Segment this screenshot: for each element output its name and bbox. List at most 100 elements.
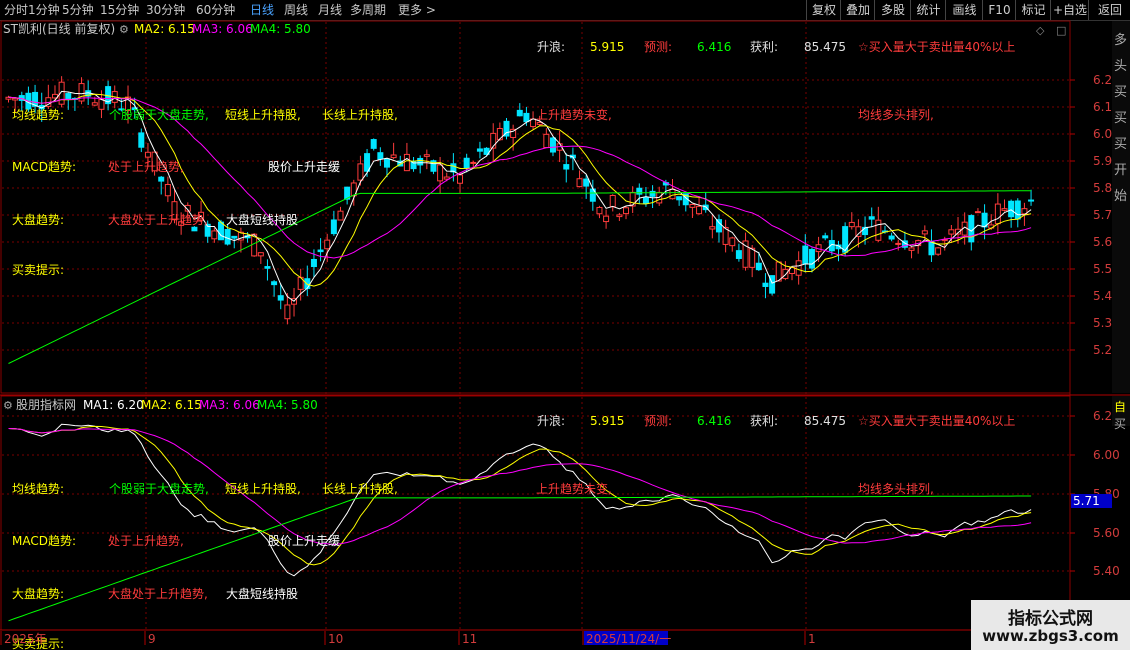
short-rise-text: 短线上升持股, bbox=[225, 481, 301, 496]
candle bbox=[729, 236, 736, 252]
candle bbox=[636, 183, 643, 205]
indicator-ma-value: MA4: 5.80 bbox=[257, 398, 318, 412]
right-vertical-strip: 多头买买买开始 bbox=[1112, 21, 1130, 393]
candle bbox=[138, 128, 145, 153]
market-short-hold-text: 大盘短线持股 bbox=[226, 212, 298, 227]
indicator-right-strip: 自 bbox=[1114, 400, 1126, 414]
candle bbox=[802, 234, 809, 273]
candle bbox=[994, 193, 1001, 235]
candle bbox=[576, 170, 583, 188]
rise-value: 5.915 bbox=[590, 40, 624, 54]
candle bbox=[702, 192, 709, 213]
market-rising-text: 大盘处于上升趋势, bbox=[108, 212, 208, 227]
candle bbox=[503, 118, 510, 140]
candle bbox=[868, 207, 875, 228]
long-rise-text: 长线上升持股, bbox=[322, 481, 398, 496]
candle bbox=[974, 208, 981, 214]
bull-alignment-text: 均线多头排列, bbox=[858, 482, 934, 496]
forecast-label: 预测: bbox=[644, 40, 672, 54]
candle bbox=[715, 214, 722, 243]
svg-text:买: 买 bbox=[1114, 85, 1127, 100]
candle bbox=[264, 259, 271, 281]
x-axis: 2025年 9 10 11 2025/11/24/一 1 bbox=[0, 631, 816, 646]
site-watermark: 指标公式网 www.zbgs3.com bbox=[971, 600, 1130, 650]
candle bbox=[410, 157, 417, 172]
candle bbox=[1028, 189, 1035, 206]
candle bbox=[1001, 199, 1008, 212]
candle bbox=[304, 265, 311, 297]
panel-toggle-icon[interactable]: ◇ bbox=[1036, 24, 1045, 37]
indicator-panel-title: 股朋指标网 bbox=[16, 397, 76, 412]
macd-rising-text: 处于上升趋势, bbox=[108, 160, 184, 174]
profit-label: 获利: bbox=[750, 40, 778, 54]
candle bbox=[377, 147, 384, 166]
svg-text:头: 头 bbox=[1114, 59, 1127, 74]
panel-close-icon[interactable]: □ bbox=[1056, 24, 1066, 37]
rise-label: 升浪: bbox=[537, 413, 565, 428]
candle bbox=[828, 229, 835, 256]
candle bbox=[543, 128, 550, 148]
candle bbox=[403, 142, 410, 172]
candle bbox=[344, 186, 351, 205]
macd-trend-label: MACD趋势: bbox=[12, 160, 76, 174]
candle bbox=[616, 212, 623, 222]
main-ma-value: MA2: 6.15 bbox=[134, 22, 195, 36]
x-axis-label: 1 bbox=[808, 632, 816, 646]
short-rise-text: 短线上升持股, bbox=[225, 107, 301, 122]
candle bbox=[609, 194, 616, 212]
candle bbox=[271, 280, 278, 297]
candle bbox=[908, 246, 915, 259]
candle bbox=[1008, 199, 1015, 228]
candle bbox=[722, 219, 729, 253]
candle bbox=[629, 186, 636, 213]
candle bbox=[569, 147, 576, 171]
candle bbox=[476, 141, 483, 159]
candle bbox=[291, 287, 298, 317]
svg-text:买: 买 bbox=[1114, 137, 1127, 152]
current-price-tag: 5.71 bbox=[1071, 494, 1112, 508]
candle bbox=[211, 227, 218, 243]
candle bbox=[423, 149, 430, 170]
candle bbox=[5, 95, 12, 103]
candle bbox=[483, 147, 490, 157]
candle bbox=[496, 122, 503, 141]
candle bbox=[390, 142, 397, 160]
candle bbox=[563, 153, 570, 183]
candle bbox=[915, 239, 922, 254]
indicator-price-tick: 5.40 bbox=[1093, 564, 1120, 578]
main-panel-title: ST凯利(日线 前复权) bbox=[3, 21, 115, 36]
market-rising-text: 大盘处于上升趋势, bbox=[108, 586, 208, 601]
indicator-panel-header: ⚙ 股朋指标网 MA1: 6.20MA2: 6.15MA3: 6.06MA4: 5.… bbox=[3, 397, 318, 412]
candle bbox=[928, 229, 935, 262]
price-slow-rise-text: 股价上升走缓 bbox=[268, 160, 340, 174]
ma-trend-label: 均线趋势: bbox=[12, 482, 64, 496]
candle bbox=[51, 85, 58, 102]
svg-text:买: 买 bbox=[1114, 111, 1127, 126]
profit-label: 获利: bbox=[750, 414, 778, 428]
candle bbox=[158, 175, 165, 195]
candle bbox=[948, 225, 955, 243]
ma1-line bbox=[8, 90, 1032, 302]
candle bbox=[676, 196, 683, 206]
settings-icon[interactable]: ⚙ bbox=[3, 399, 13, 412]
candle bbox=[65, 91, 72, 110]
volume-note: ☆买入量大于卖出量40%以上 bbox=[858, 40, 1015, 54]
svg-text:开: 开 bbox=[1114, 163, 1127, 178]
candle bbox=[516, 103, 523, 117]
candle bbox=[457, 173, 464, 193]
candle bbox=[430, 159, 437, 175]
rise-value: 5.915 bbox=[590, 414, 624, 428]
watermark-title: 指标公式网 bbox=[1008, 609, 1093, 629]
x-axis-label: 2025/11/24/一 bbox=[586, 632, 671, 646]
main-ma-value: MA4: 5.80 bbox=[250, 22, 311, 36]
trade-hint-label: 买卖提示: bbox=[12, 262, 64, 277]
candle bbox=[603, 209, 610, 229]
candle bbox=[735, 243, 742, 262]
candle bbox=[968, 214, 975, 251]
profit-value: 85.475 bbox=[804, 40, 846, 54]
settings-icon[interactable]: ⚙ bbox=[119, 23, 129, 36]
x-axis-label: 2025年 bbox=[4, 632, 47, 646]
ma2-line bbox=[8, 93, 1032, 287]
candle bbox=[78, 77, 85, 105]
forecast-value: 6.416 bbox=[697, 414, 731, 428]
